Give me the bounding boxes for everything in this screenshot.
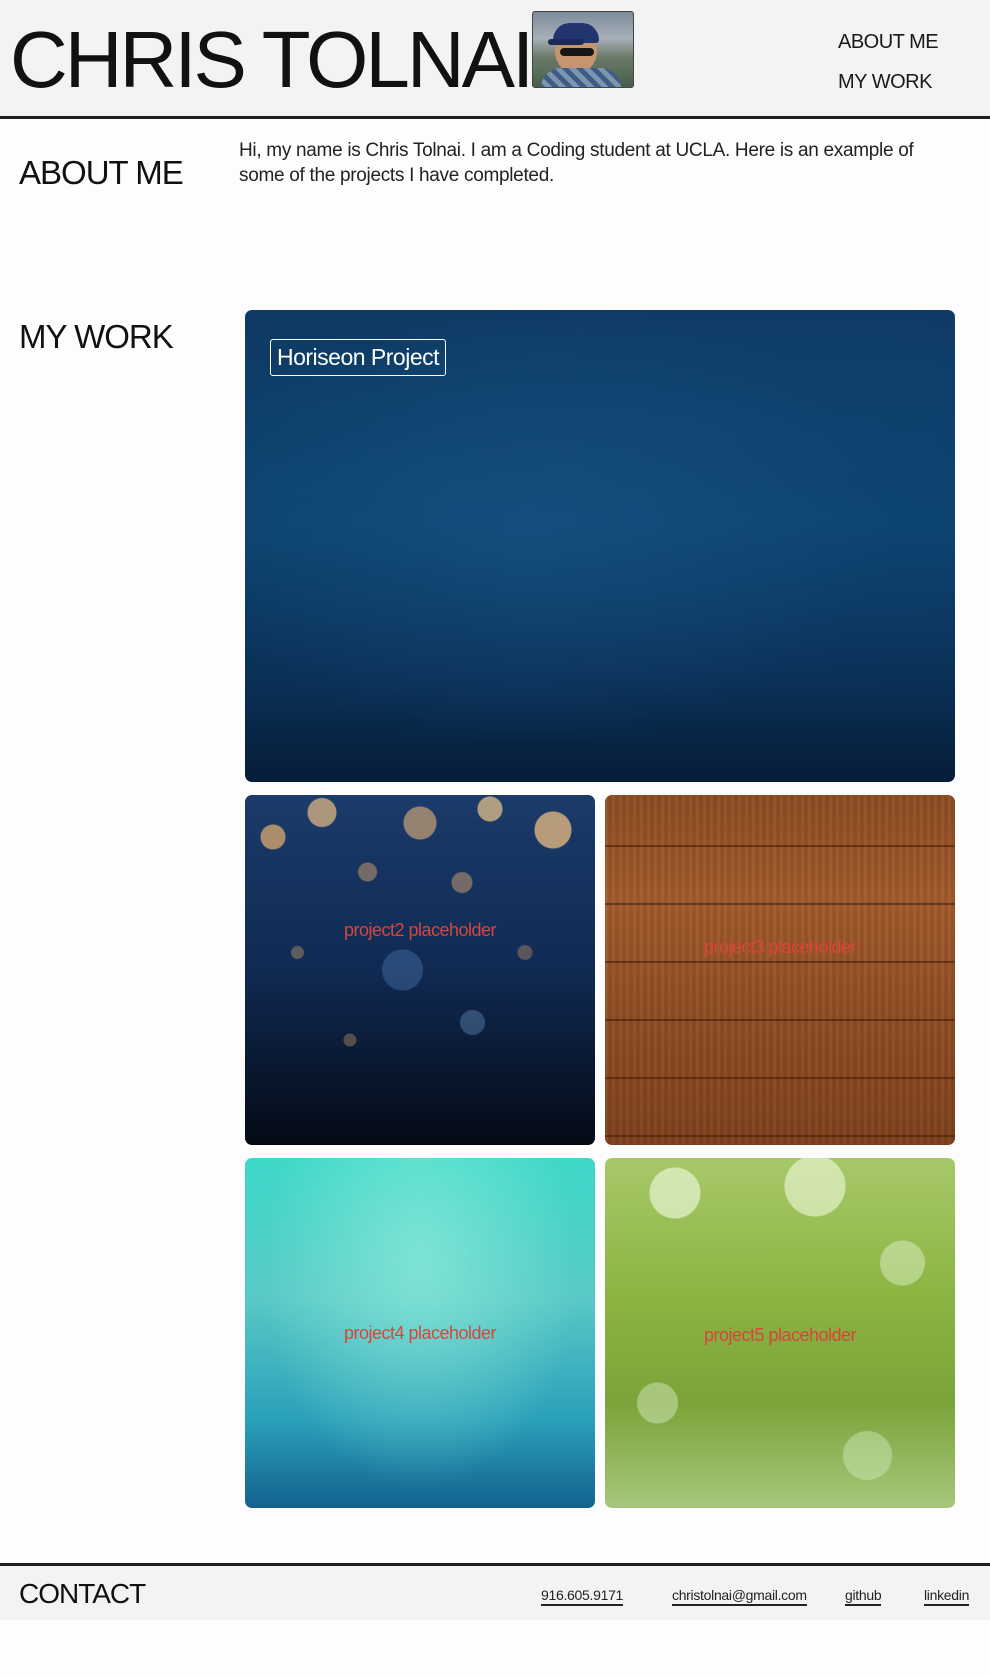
project-placeholder-text: project2 placeholder xyxy=(343,920,497,940)
project-title-label: Horiseon Project xyxy=(270,339,447,376)
project-card-5[interactable]: project5 placeholder xyxy=(605,1158,955,1508)
phone-link[interactable]: 916.605.9171 xyxy=(541,1587,623,1606)
project-card-2[interactable]: project2 placeholder xyxy=(245,795,595,1145)
project-placeholder-text: project4 placeholder xyxy=(343,1323,497,1343)
site-title: CHRIS TOLNAI xyxy=(10,15,534,104)
project-placeholder-text: project5 placeholder xyxy=(703,1325,857,1345)
project-card-horiseon[interactable]: Horiseon Project xyxy=(245,310,955,782)
profile-photo xyxy=(532,11,634,88)
github-link[interactable]: github xyxy=(845,1587,882,1606)
avatar-cap-brim xyxy=(548,39,584,45)
avatar-shirt xyxy=(541,68,621,87)
site-footer: CONTACT 916.605.9171 christolnai@gmail.c… xyxy=(0,1563,990,1620)
nav-link-about-me[interactable]: ABOUT ME xyxy=(838,22,939,62)
work-heading: MY WORK xyxy=(19,318,174,355)
project-card-4[interactable]: project4 placeholder xyxy=(245,1158,595,1508)
about-heading: ABOUT ME xyxy=(19,154,184,191)
about-text: Hi, my name is Chris Tolnai. I am a Codi… xyxy=(239,140,914,186)
linkedin-link[interactable]: linkedin xyxy=(924,1587,969,1606)
project-placeholder-text: project3 placeholder xyxy=(703,937,857,957)
avatar-sunglasses xyxy=(560,48,594,56)
contact-heading: CONTACT xyxy=(19,1578,146,1609)
email-link[interactable]: christolnai@gmail.com xyxy=(672,1587,807,1606)
site-header: CHRIS TOLNAI ABOUT ME MY WORK xyxy=(0,0,990,119)
nav-link-my-work[interactable]: MY WORK xyxy=(838,62,938,102)
main-nav: ABOUT ME MY WORK xyxy=(838,22,939,102)
project-card-3[interactable]: project3 placeholder xyxy=(605,795,955,1145)
